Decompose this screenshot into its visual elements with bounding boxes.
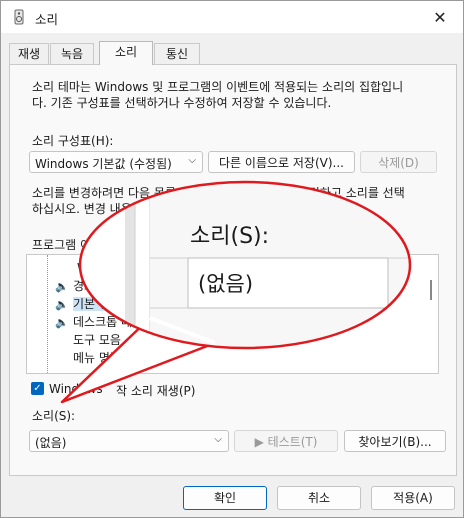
list-item[interactable]: 🔈 데스크톱 메일	[55, 313, 143, 331]
scheme-label: 소리 구성표(H):	[32, 134, 114, 148]
program-events-label: 프로그램 이	[32, 238, 92, 252]
chevron-down-icon: ⌵	[214, 434, 222, 445]
scheme-dropdown[interactable]: Windows 기본값 (수정됨) ⌵	[29, 151, 203, 173]
startup-sound-label-start: Windows	[49, 382, 103, 396]
program-events-list[interactable]: Win 🔈 경고 🔈 기본 경고음 🔈 데스크톱 메일 도구 모음 시 메뉴 명령	[26, 254, 439, 374]
list-item[interactable]: 🔈 경고	[55, 277, 95, 295]
tree-connector	[47, 255, 48, 373]
close-icon: ✕	[433, 7, 447, 27]
sound-label: 소리(S):	[32, 409, 76, 423]
startup-sound-label-end: 작 소리 재생(P)	[116, 384, 196, 398]
ok-button[interactable]: 확인	[183, 486, 267, 510]
list-item[interactable]: 도구 모음	[73, 331, 121, 349]
list-item[interactable]: Win	[77, 259, 100, 277]
event-label: 기본 경고음	[73, 297, 133, 311]
speaker-icon: 🔈	[55, 298, 69, 311]
description-line-1: 소리 테마는 Windows 및 프로그램의 이벤트에 적용되는 소리의 집합입…	[32, 80, 404, 94]
sound-app-icon	[14, 9, 24, 25]
instructions-line-2-tail: 수 있습니다.	[301, 202, 364, 216]
scheme-value: Windows 기본값 (수정됨)	[35, 157, 172, 171]
tab-recording[interactable]: 녹음	[50, 43, 94, 64]
browse-button[interactable]: 찾아보기(B)...	[344, 430, 446, 452]
list-item-tail: 시	[237, 331, 248, 349]
sound-dialog: 소리 ✕ 재생 녹음 소리 통신 소리 테마는 Windows 및 프로그램의 …	[0, 0, 464, 518]
list-scrollbar[interactable]	[424, 255, 438, 373]
tab-sounds[interactable]: 소리	[99, 41, 153, 65]
instructions-line-2: 하십시오. 변경 내용을 새	[32, 202, 158, 216]
scroll-thumb[interactable]	[430, 280, 432, 300]
tab-playback[interactable]: 재생	[9, 43, 49, 64]
event-label: 도구 모음	[73, 333, 121, 347]
tab-communications[interactable]: 통신	[154, 43, 200, 64]
close-button[interactable]: ✕	[423, 3, 457, 31]
delete-button[interactable]: 삭제(D)	[360, 151, 437, 173]
list-item-selected[interactable]: 🔈 기본 경고음	[55, 295, 133, 313]
event-label-tail: 시	[237, 333, 249, 347]
instructions-line-1: 소리를 변경하려면 다음 목록에서 프로그램 이벤트를 클릭하고 소리를 선택	[32, 186, 405, 200]
event-label: 데스크톱 메일	[73, 315, 144, 329]
startup-sound-checkbox[interactable]: ✓	[31, 382, 44, 395]
cancel-button[interactable]: 취소	[277, 486, 361, 510]
event-label: 메뉴 명령	[73, 351, 121, 365]
sound-dropdown[interactable]: (없음) ⌵	[29, 430, 229, 452]
save-as-button[interactable]: 다른 이름으로 저장(V)...	[208, 151, 355, 173]
title-bar: 소리 ✕	[1, 1, 463, 33]
event-label: Win	[77, 261, 100, 275]
chevron-down-icon: ⌵	[188, 155, 196, 166]
speaker-icon: 🔈	[55, 280, 69, 293]
apply-button[interactable]: 적용(A)	[371, 486, 455, 510]
event-label: 경고	[73, 279, 96, 293]
description-line-2: 다. 기존 구성표를 선택하거나 수정하여 저장할 수 있습니다.	[32, 96, 332, 110]
list-item[interactable]: 메뉴 명령	[73, 349, 121, 367]
window-title: 소리	[35, 12, 59, 27]
test-button[interactable]: ▶ 테스트(T)	[234, 430, 338, 452]
speaker-icon: 🔈	[55, 316, 69, 329]
sound-value: (없음)	[35, 436, 67, 450]
